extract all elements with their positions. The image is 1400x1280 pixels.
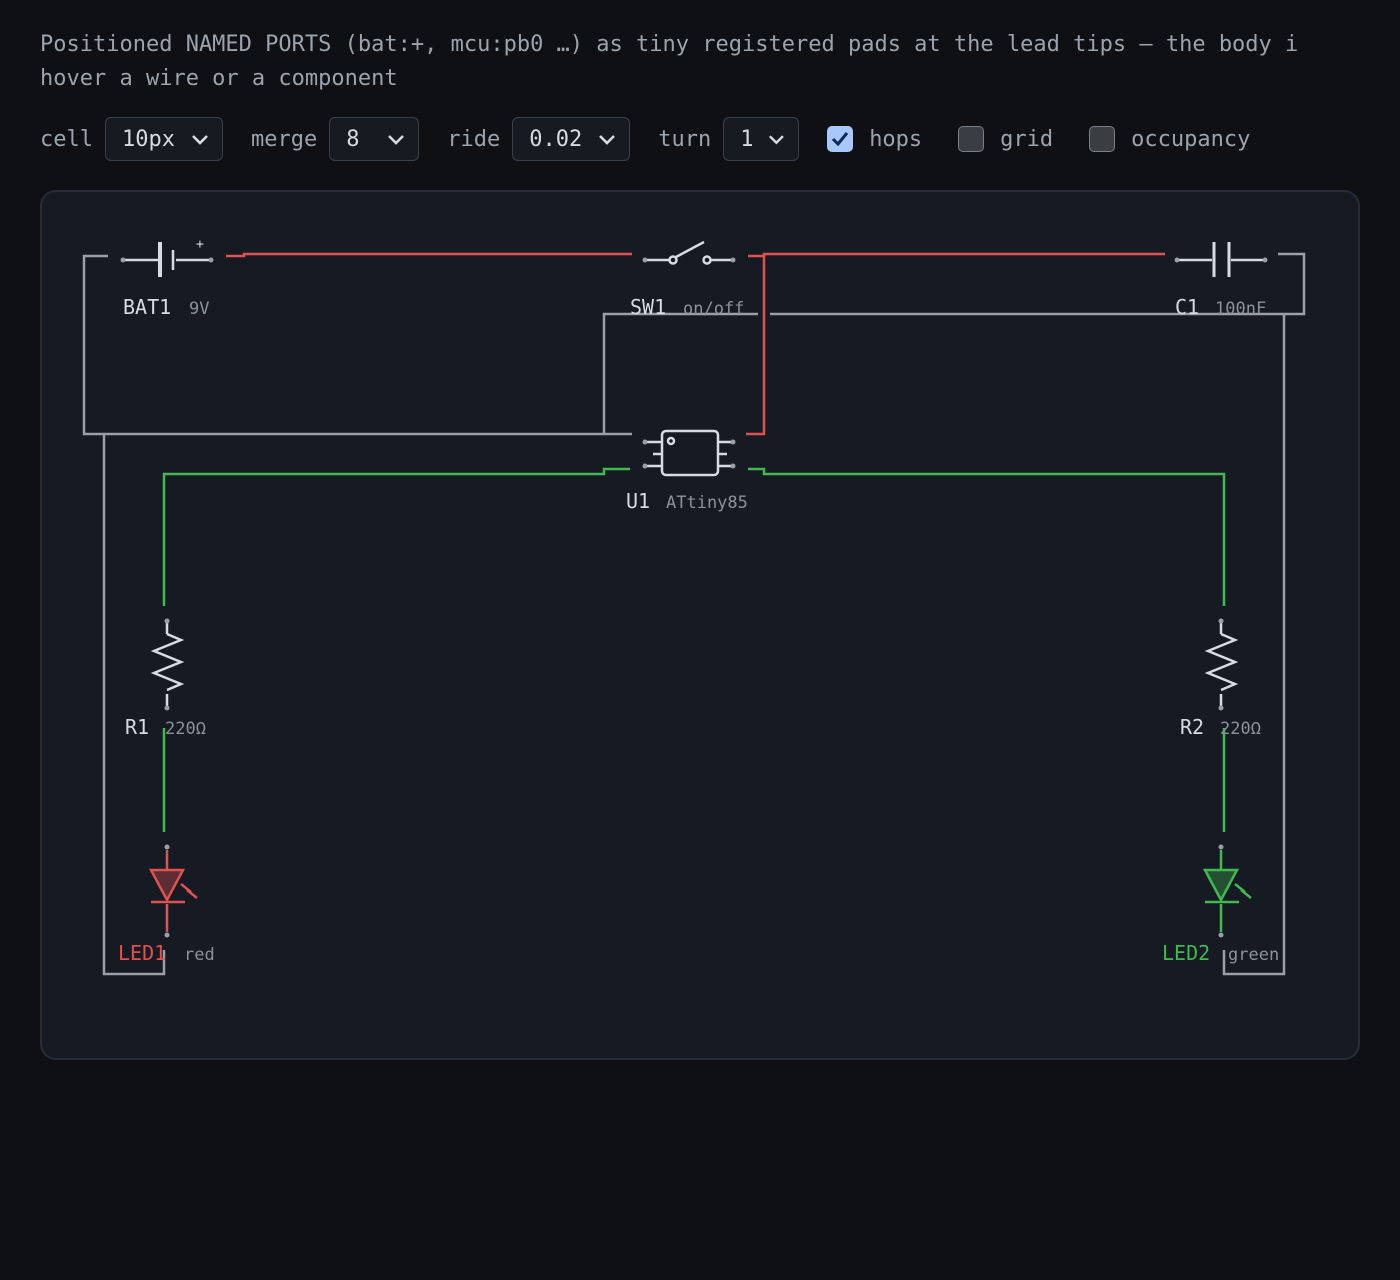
merge-label: merge: [250, 126, 318, 152]
ride-select[interactable]: 0.02: [512, 117, 631, 161]
led1-value: red: [184, 945, 215, 965]
controls-bar: cell 10px merge 8 ride 0.02 turn 1 hops …: [40, 116, 1286, 162]
ground-net: [82, 252, 1306, 976]
check-icon: [832, 132, 849, 147]
occupancy-label: occupancy: [1131, 126, 1251, 152]
grid-label: grid: [1000, 126, 1054, 152]
led2-value: green: [1228, 945, 1279, 965]
r1-ref: R1: [125, 715, 149, 739]
wire-led1-gnd[interactable]: [102, 434, 166, 976]
chevron-down-icon: [192, 135, 208, 145]
sw1-value: on/off: [683, 299, 744, 319]
hops-label: hops: [869, 126, 923, 152]
description: Positioned NAMED PORTS (bat:+, mcu:pb0 ……: [40, 28, 1400, 96]
wire-vcc-mcu[interactable]: [746, 254, 766, 436]
turn-value: 1: [740, 126, 754, 152]
r2-ref: R2: [1180, 715, 1204, 739]
bat1-polarity: +: [196, 237, 204, 252]
wire-bat-plus-sw[interactable]: [226, 252, 632, 258]
r2-value: 220Ω: [1220, 719, 1261, 739]
description-line-1: Positioned NAMED PORTS (bat:+, mcu:pb0 ……: [40, 32, 1299, 57]
chevron-down-icon: [769, 135, 785, 145]
cell-value: 10px: [121, 126, 175, 152]
wire-sw-c1[interactable]: [748, 252, 1165, 258]
capacitor-symbol[interactable]: [1174, 242, 1268, 277]
bat1-ref: BAT1: [123, 295, 171, 319]
led-red-symbol[interactable]: [148, 844, 198, 938]
wire-sw-gnd[interactable]: [602, 312, 758, 434]
bat1-value: 9V: [189, 299, 209, 319]
led1-ref: LED1: [118, 941, 166, 965]
wire-bat-minus-gnd[interactable]: [82, 254, 632, 436]
description-line-2: hover a wire or a component: [40, 66, 398, 91]
merge-select[interactable]: 8: [329, 117, 420, 161]
led2-ref: LED2: [1162, 941, 1210, 965]
c1-ref: C1: [1175, 295, 1199, 319]
mcu-symbol[interactable]: [642, 429, 736, 477]
resistor-r1-symbol[interactable]: [150, 618, 185, 711]
grid-checkbox[interactable]: [958, 126, 985, 152]
turn-label: turn: [658, 126, 712, 152]
led-green-symbol[interactable]: [1202, 844, 1252, 938]
u1-value: ATtiny85: [666, 493, 748, 513]
switch-symbol[interactable]: [642, 240, 736, 265]
wire-pb0-r1[interactable]: [162, 467, 630, 606]
resistor-r2-symbol[interactable]: [1204, 618, 1239, 711]
merge-value: 8: [346, 126, 360, 152]
ride-value: 0.02: [529, 126, 583, 152]
cell-label: cell: [40, 126, 93, 152]
occupancy-checkbox[interactable]: [1089, 126, 1116, 152]
wire-pb1-r2[interactable]: [748, 467, 1226, 606]
sw1-ref: SW1: [630, 295, 666, 319]
turn-select[interactable]: 1: [723, 117, 800, 161]
hops-checkbox[interactable]: [827, 126, 854, 152]
c1-value: 100nF: [1215, 299, 1266, 319]
signal-net: [162, 467, 1226, 832]
r1-value: 220Ω: [165, 719, 206, 739]
chevron-down-icon: [599, 135, 616, 145]
chevron-down-icon: [388, 135, 405, 145]
ride-label: ride: [447, 126, 501, 152]
u1-ref: U1: [626, 489, 650, 513]
cell-select[interactable]: 10px: [104, 117, 223, 161]
schematic-canvas: + BAT1 9V SW1 on/off C1 100nF U1 ATtiny8…: [40, 190, 1360, 1060]
power-net: [226, 252, 1165, 436]
schematic-svg: + BAT1 9V SW1 on/off C1 100nF U1 ATtiny8…: [82, 237, 1306, 976]
